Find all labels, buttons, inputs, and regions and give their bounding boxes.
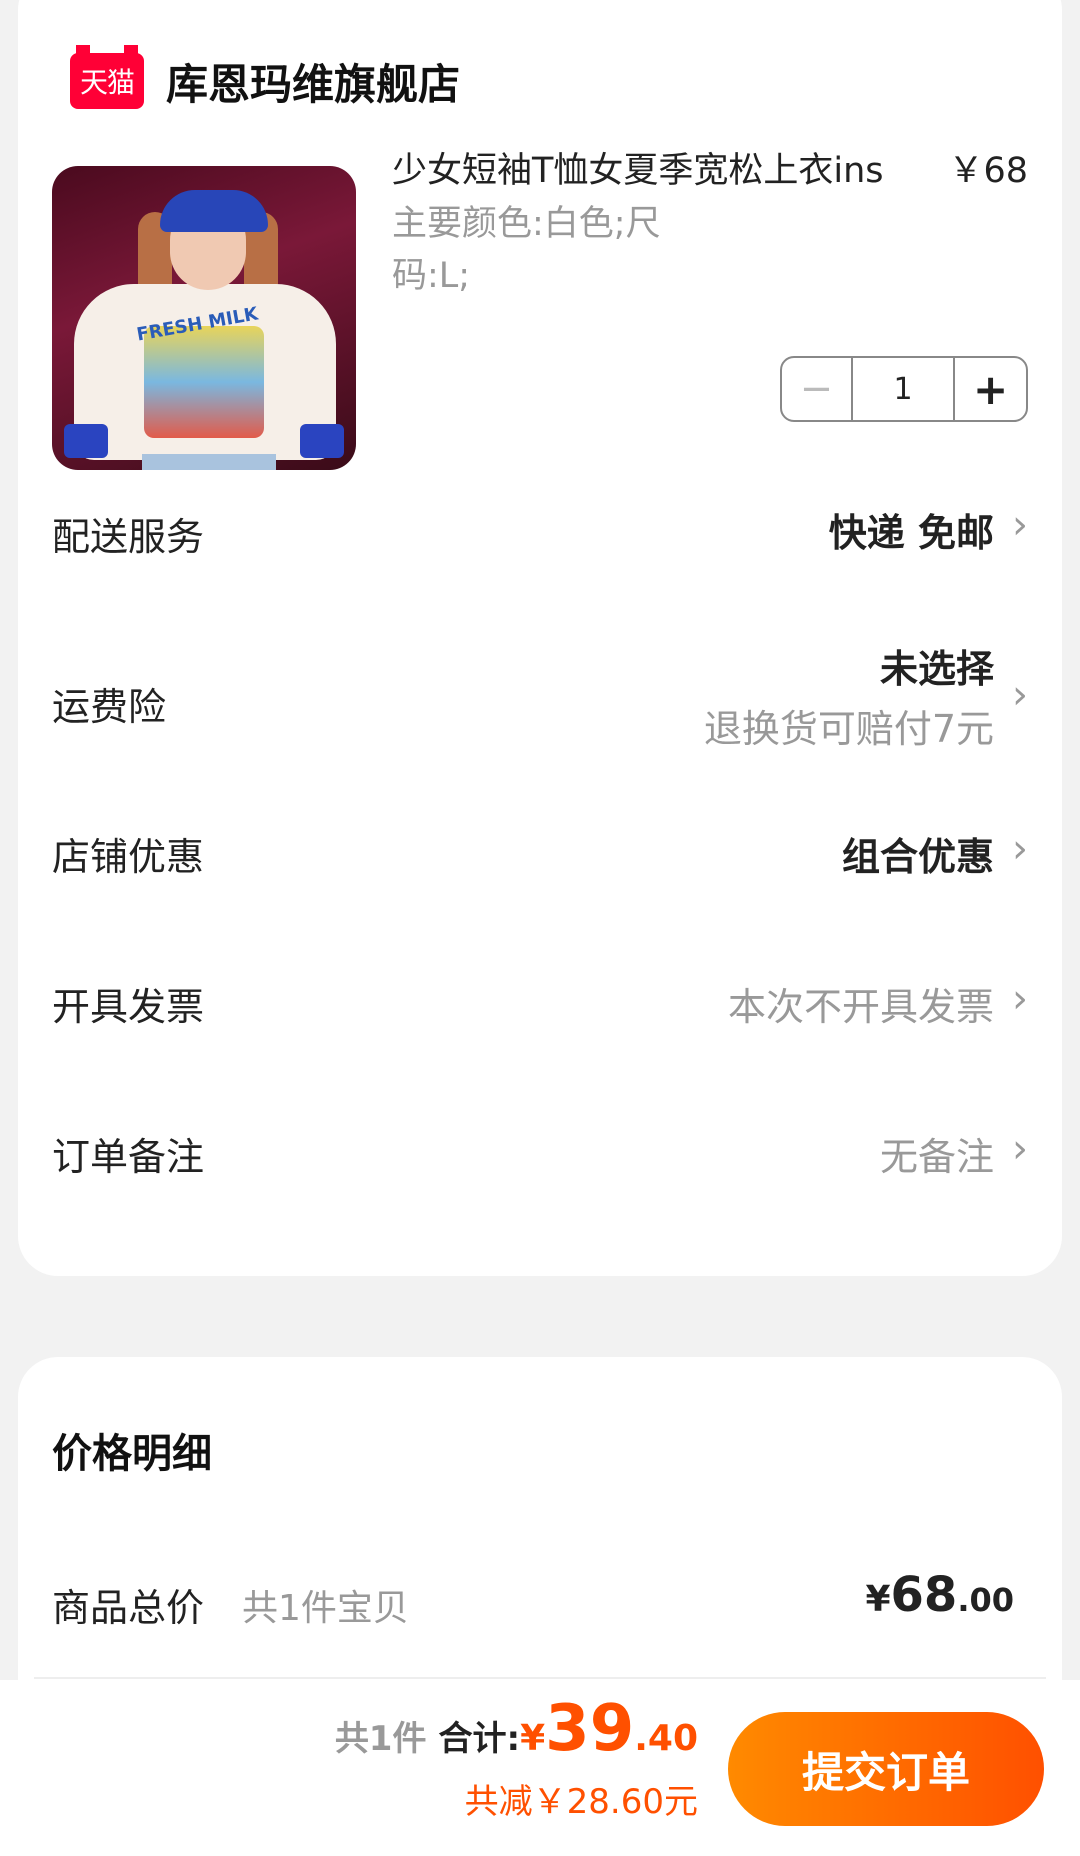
- image-wristband-right: [300, 424, 344, 458]
- delivery-value: 快递 免邮: [828, 511, 994, 555]
- decrease-quantity-button[interactable]: −: [782, 358, 853, 420]
- remark-row[interactable]: 订单备注 无备注 ›: [52, 1126, 1028, 1186]
- order-card: 天猫 库恩玛维旗舰店 FRESH MILK 少女短袖T恤女夏季宽松上衣ins ￥…: [18, 0, 1062, 1276]
- remark-value: 无备注: [879, 1135, 994, 1179]
- image-jeans: [142, 454, 276, 470]
- total-label: 合计:: [438, 1719, 521, 1759]
- invoice-value: 本次不开具发票: [727, 985, 994, 1029]
- goods-count: 共1件宝贝: [242, 1588, 409, 1629]
- image-wristband-left: [64, 424, 108, 458]
- store-discount-label: 店铺优惠: [52, 835, 205, 879]
- goods-total-dec: .00: [957, 1581, 1014, 1619]
- discount-saved[interactable]: 共减￥28.60元: [465, 1774, 698, 1823]
- order-total: 共1件 合计: ¥ 39 .40: [335, 1692, 698, 1766]
- product-title[interactable]: 少女短袖T恤女夏季宽松上衣ins: [392, 142, 952, 193]
- bottom-bar: 共1件 合计: ¥ 39 .40 共减￥28.60元 提交订单: [0, 1680, 1080, 1856]
- store-discount-value: 组合优惠: [841, 835, 994, 879]
- product-spec[interactable]: 主要颜色:白色;尺码:L;: [392, 198, 692, 302]
- delivery-label: 配送服务: [52, 515, 205, 559]
- quantity-stepper: − 1 +: [780, 356, 1028, 422]
- tmall-logo-text: 天猫: [79, 66, 135, 99]
- submit-order-button[interactable]: 提交订单: [728, 1712, 1044, 1826]
- remark-label: 订单备注: [52, 1135, 205, 1179]
- total-int: 39: [545, 1692, 635, 1766]
- goods-total-label: 商品总价: [52, 1586, 205, 1630]
- store-name[interactable]: 库恩玛维旗舰店: [166, 51, 460, 112]
- chevron-right-icon: ›: [1012, 826, 1028, 872]
- price-detail-title: 价格明细: [52, 1431, 212, 1477]
- item-count: 共1件: [334, 1719, 427, 1759]
- image-cap: [160, 190, 268, 232]
- store-discount-row[interactable]: 店铺优惠 组合优惠 ›: [52, 826, 1028, 886]
- divider: [34, 1677, 1046, 1679]
- goods-total-int: 68: [890, 1567, 958, 1623]
- invoice-label: 开具发票: [52, 985, 205, 1029]
- chevron-right-icon: ›: [1012, 976, 1028, 1022]
- goods-total-amount: ¥68.00: [865, 1567, 1014, 1623]
- delivery-row[interactable]: 配送服务 快递 免邮 ›: [52, 502, 1028, 562]
- total-currency: ¥: [520, 1718, 546, 1759]
- goods-total-currency: ¥: [865, 1579, 891, 1620]
- product-image[interactable]: FRESH MILK: [52, 166, 356, 470]
- shipping-insurance-value: 未选择: [879, 647, 994, 691]
- product-price: ￥68: [948, 151, 1028, 191]
- shipping-insurance-subvalue: 退换货可赔付7元: [703, 707, 994, 751]
- tmall-logo-icon: 天猫: [70, 45, 144, 109]
- chevron-right-icon: ›: [1012, 502, 1028, 548]
- image-tshirt-print: [144, 326, 264, 438]
- shipping-insurance-label: 运费险: [52, 685, 167, 729]
- store-header[interactable]: 天猫 库恩玛维旗舰店: [70, 45, 460, 117]
- chevron-right-icon: ›: [1012, 672, 1028, 718]
- chevron-right-icon: ›: [1012, 1126, 1028, 1172]
- shipping-insurance-row[interactable]: 运费险 未选择 退换货可赔付7元 ›: [52, 638, 1028, 768]
- invoice-row[interactable]: 开具发票 本次不开具发票 ›: [52, 976, 1028, 1036]
- total-dec: .40: [634, 1718, 698, 1759]
- increase-quantity-button[interactable]: +: [955, 358, 1026, 420]
- quantity-input[interactable]: 1: [853, 358, 956, 420]
